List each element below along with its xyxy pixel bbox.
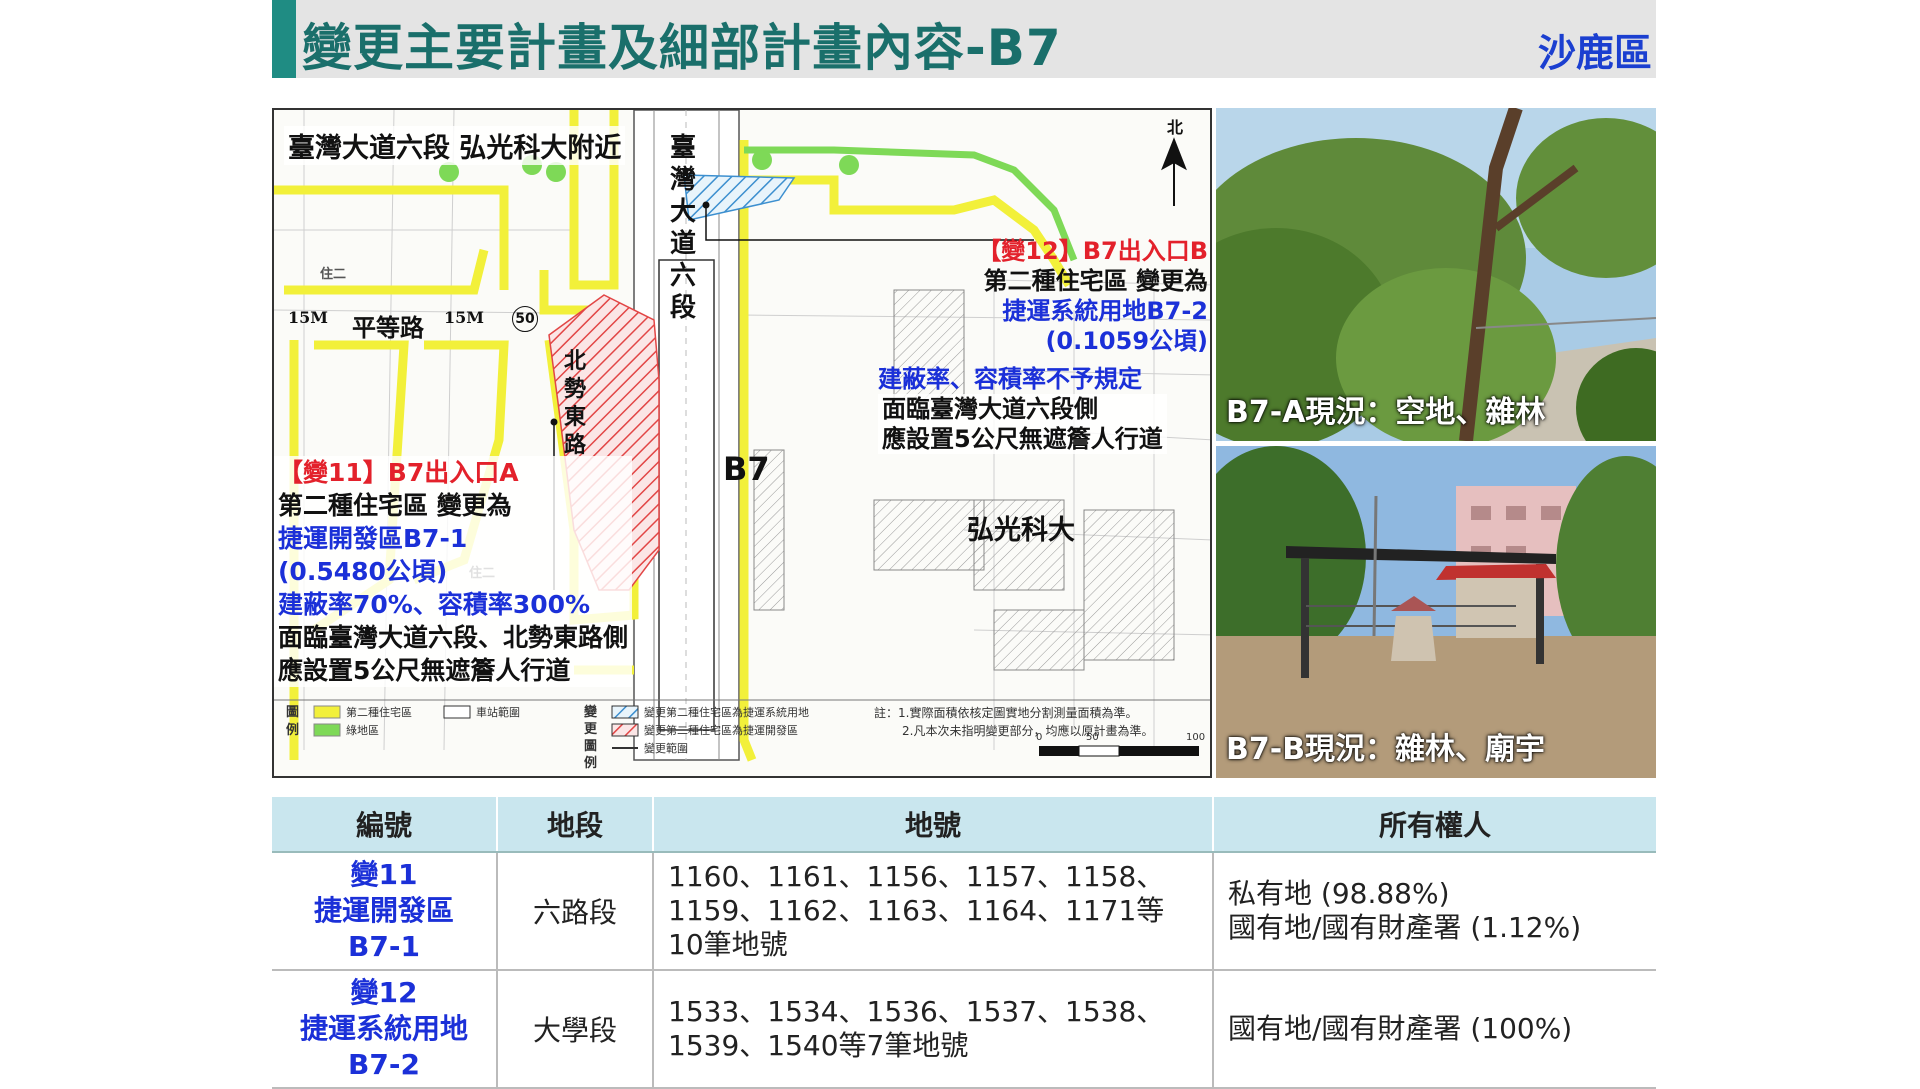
photo-b-caption: B7-B現況：雜林、廟宇 (1226, 732, 1546, 767)
change12-title: 【變12】B7出入口B (977, 237, 1208, 265)
legend-item6: 變更範圍 (644, 742, 688, 755)
slide: 變更主要計畫及細部計畫內容-B7 沙鹿區 臺灣大道六段 弘光科大附近 臺灣大道六… (272, 0, 1656, 1089)
change12-line1: 第二種住宅區 變更為 (983, 267, 1208, 295)
change12-line3: (0.1059公頃) (1045, 327, 1208, 355)
change11-line1: 第二種住宅區 變更為 (274, 489, 633, 522)
change12-line6: 應設置5公尺無遮簷人行道 (878, 424, 1167, 454)
cell-section: 大學段 (497, 970, 654, 1089)
change12-line2: 捷運系統用地B7-2 (1002, 297, 1208, 325)
campus-label: 弘光科大 (967, 515, 1075, 546)
cell-id: 變11 捷運開發區 B7-1 (272, 852, 498, 971)
road-label-beishidong: 北勢東路 (564, 349, 587, 458)
scale-0: 0 (1036, 732, 1043, 743)
legend-item5: 變更第二種住宅區為捷運開發區 (644, 724, 798, 737)
scale-50: 50 (1086, 732, 1099, 743)
accent-bar (272, 0, 296, 78)
cell-section: 六路段 (497, 852, 654, 971)
owner-line: 私有地 (98.88%) (1228, 877, 1450, 910)
change11-line2: 捷運開發區B7-1 (274, 522, 633, 555)
avenue-label: 臺灣大道六段 (670, 133, 697, 323)
change12-callout: 【變12】B7出入口B 第二種住宅區 變更為 捷運系統用地B7-2 (0.105… (864, 236, 1208, 356)
district-label: 沙鹿區 (1537, 31, 1652, 75)
cell-id: 變12 捷運系統用地 B7-2 (272, 970, 498, 1089)
col-header-owner: 所有權人 (1213, 797, 1656, 853)
id-line: 捷運系統用地 (299, 1012, 468, 1045)
zone-label-1: 住二 (320, 267, 347, 282)
table-row: 變12 捷運系統用地 B7-2 大學段 1533、1534、1536、1537、… (272, 970, 1656, 1089)
legend-note2: 2.凡本次未指明變更部分，均應以原計畫為準。 (902, 724, 1154, 738)
change12-line4: 建蔽率、容積率不予規定 (878, 365, 1142, 393)
scale-100: 100 (1186, 732, 1206, 743)
change11-line6: 應設置5公尺無遮簷人行道 (274, 654, 633, 687)
legend-label-left: 圖例 (286, 705, 300, 738)
road-width-2: 15M (444, 308, 484, 327)
owner-line: 國有地/國有財產署 (100%) (1228, 1012, 1573, 1045)
change12-rules: 建蔽率、容積率不予規定 面臨臺灣大道六段側 應設置5公尺無遮簷人行道 (878, 364, 1167, 454)
table-header-row: 編號 地段 地號 所有權人 (272, 797, 1656, 853)
change11-title: 【變11】B7出入口A (274, 456, 633, 489)
change11-line5: 面臨臺灣大道六段、北勢東路側 (274, 621, 633, 654)
photo-a-caption: B7-A現況：空地、雜林 (1226, 395, 1546, 430)
legend-item1: 第二種住宅區 (346, 706, 412, 719)
station-label: B7 (723, 450, 770, 488)
change12-line5: 面臨臺灣大道六段側 (878, 394, 1167, 424)
cell-owner: 國有地/國有財產署 (100%) (1213, 970, 1656, 1089)
photo-b7-a: B7-A現況：空地、雜林 (1216, 108, 1656, 441)
parcel-table: 編號 地段 地號 所有權人 變11 捷運開發區 B7-1 六路段 1160、11… (272, 797, 1656, 1089)
header: 變更主要計畫及細部計畫內容-B7 沙鹿區 (272, 0, 1656, 78)
legend-item2: 綠地區 (346, 724, 379, 737)
cell-lots: 1533、1534、1536、1537、1538、1539、1540等7筆地號 (653, 970, 1214, 1089)
owner-line: 國有地/國有財產署 (1.12%) (1228, 911, 1582, 944)
col-header-section: 地段 (497, 797, 654, 853)
table-row: 變11 捷運開發區 B7-1 六路段 1160、1161、1156、1157、1… (272, 852, 1656, 971)
cell-lots: 1160、1161、1156、1157、1158、1159、1162、1163、… (653, 852, 1214, 971)
photo-b7-b: B7-B現況：雜林、廟宇 (1216, 446, 1656, 778)
north-label: 北 (1167, 118, 1184, 137)
road-label-pingdeng: 平等路 (352, 314, 424, 342)
legend-label-mid: 變更圖例 (584, 705, 598, 771)
legend-note1: 註：1.實際面積依核定圖實地分割測量面積為準。 (874, 706, 1138, 720)
road-code-badge: 50 (512, 306, 538, 332)
change11-line4: 建蔽率70%、容積率300% (274, 588, 633, 621)
map-location-label: 臺灣大道六段 弘光科大附近 (284, 126, 626, 165)
cell-owner: 私有地 (98.88%) 國有地/國有財產署 (1.12%) (1213, 852, 1656, 971)
change11-callout: 【變11】B7出入口A 第二種住宅區 變更為 捷運開發區B7-1 (0.5480… (274, 456, 633, 687)
id-line: B7-1 (348, 930, 420, 963)
col-header-id: 編號 (272, 797, 498, 853)
page-title: 變更主要計畫及細部計畫內容-B7 (302, 19, 1062, 77)
zoning-map: 臺灣大道六段 弘光科大附近 臺灣大道六段 平等路 15M 15M 50 北勢東路… (272, 108, 1212, 778)
col-header-lots: 地號 (653, 797, 1214, 853)
legend-item3: 車站範圍 (476, 706, 520, 719)
id-line: 變12 (350, 976, 418, 1009)
change11-line3: (0.5480公頃) (274, 555, 633, 588)
legend-item4: 變更第二種住宅區為捷運系統用地 (644, 706, 809, 719)
road-width-1: 15M (288, 308, 328, 327)
id-line: 捷運開發區 (313, 894, 454, 927)
id-line: B7-2 (348, 1048, 420, 1081)
id-line: 變11 (350, 858, 418, 891)
